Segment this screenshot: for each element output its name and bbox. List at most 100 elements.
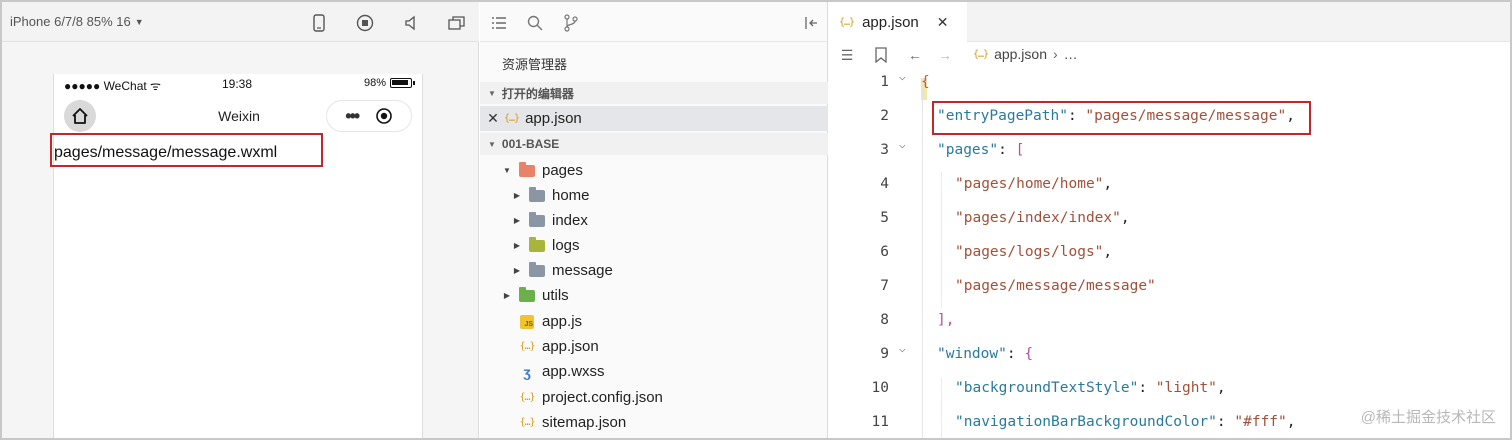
close-icon[interactable]: ✕ bbox=[482, 110, 504, 127]
code-line: 8 ], bbox=[829, 304, 1510, 338]
editor-tab-bar: {…} app.json ✕ bbox=[829, 2, 1510, 42]
code-line: 5 "pages/index/index", bbox=[829, 202, 1510, 236]
tree-item-app-json[interactable]: {…} app.json bbox=[480, 334, 828, 359]
code-text: "pages/message/message" bbox=[955, 278, 1156, 294]
tree-label: project.config.json bbox=[542, 389, 663, 406]
tree-label: index bbox=[552, 212, 588, 229]
open-file-label: app.json bbox=[525, 110, 582, 127]
detach-window-icon[interactable] bbox=[446, 12, 468, 34]
code-line: 6 "pages/logs/logs", bbox=[829, 236, 1510, 270]
fold-chevron-icon[interactable]: ⌵ bbox=[899, 138, 913, 151]
chevron-right-icon: › bbox=[1053, 46, 1058, 62]
search-icon[interactable] bbox=[524, 12, 546, 34]
json-file-icon: {…} bbox=[973, 48, 989, 60]
status-time: 19:38 bbox=[222, 77, 253, 91]
explorer-pane: 资源管理器 ▼ 打开的编辑器 ✕ {…} app.json ▼ 001-BASE… bbox=[480, 2, 828, 438]
bookmark-icon[interactable] bbox=[871, 45, 891, 65]
json-file-icon: {…} bbox=[839, 16, 855, 28]
expanded-arrow-icon: ▼ bbox=[503, 166, 511, 175]
tree-item-app-js[interactable]: JS app.js bbox=[480, 309, 828, 334]
folder-open-icon bbox=[518, 161, 536, 179]
code-line: 3 ⌵ "pages": [ bbox=[829, 134, 1510, 168]
tree-item-logs[interactable]: ▶ logs bbox=[480, 233, 828, 258]
tree-label: app.wxss bbox=[542, 363, 605, 380]
simulator-toolbar: iPhone 6/7/8 85% 16 ▼ bbox=[2, 2, 479, 42]
code-line: 1 ⌵ { bbox=[829, 66, 1510, 100]
code-text: "entryPagePath": "pages/message/message"… bbox=[937, 108, 1295, 124]
folder-icon bbox=[528, 211, 546, 229]
simulator-pane: iPhone 6/7/8 85% 16 ▼ ●●●●● WeChat ᯤ 19:… bbox=[2, 2, 479, 438]
collapsed-arrow-icon: ▶ bbox=[513, 216, 521, 225]
open-editors-label: 打开的编辑器 bbox=[501, 86, 574, 101]
phone-icon[interactable] bbox=[308, 12, 330, 34]
breadcrumb-path[interactable]: {…} app.json › … bbox=[973, 46, 1078, 62]
list-icon[interactable] bbox=[488, 12, 510, 34]
json-file-icon: {…} bbox=[519, 392, 535, 403]
explorer-toolbar bbox=[480, 2, 828, 42]
close-miniprogram-icon[interactable] bbox=[375, 107, 393, 125]
tree-label: message bbox=[552, 262, 613, 279]
utils-folder-icon bbox=[518, 286, 536, 304]
tree-item-project-config[interactable]: {…} project.config.json bbox=[480, 385, 828, 410]
tree-label: utils bbox=[542, 287, 569, 304]
json-file-icon: {…} bbox=[519, 417, 535, 428]
json-file-icon: {…} bbox=[519, 341, 535, 352]
device-selector[interactable]: iPhone 6/7/8 85% 16 ▼ bbox=[10, 14, 144, 29]
caret-down-icon: ▼ bbox=[134, 16, 144, 27]
breadcrumb: ☰ ← → {…} app.json › … bbox=[829, 42, 1510, 68]
collapsed-arrow-icon: ▶ bbox=[513, 191, 521, 200]
open-editors-header[interactable]: ▼ 打开的编辑器 bbox=[480, 82, 828, 104]
more-dots-icon[interactable]: ••• bbox=[345, 106, 360, 127]
close-tab-icon[interactable]: ✕ bbox=[937, 14, 949, 31]
expand-arrow-icon: ▼ bbox=[488, 88, 496, 98]
css-file-icon: ʒ bbox=[523, 363, 531, 380]
project-label: 001-BASE bbox=[501, 137, 560, 151]
tree-label: sitemap.json bbox=[542, 414, 627, 431]
js-file-icon: JS bbox=[518, 314, 536, 330]
code-text: "pages": [ bbox=[937, 142, 1025, 158]
collapsed-arrow-icon: ▶ bbox=[513, 241, 521, 250]
tree-item-sitemap[interactable]: {…} sitemap.json bbox=[480, 410, 828, 435]
tree-item-message[interactable]: ▶ message bbox=[480, 258, 828, 283]
breadcrumb-tail: … bbox=[1063, 46, 1078, 62]
line-number: 2 bbox=[880, 108, 889, 124]
tree-item-utils[interactable]: ▶ utils bbox=[480, 283, 828, 308]
devtools-window: iPhone 6/7/8 85% 16 ▼ ●●●●● WeChat ᯤ 19:… bbox=[0, 0, 1512, 440]
tab-app-json[interactable]: {…} app.json ✕ bbox=[829, 2, 967, 42]
fold-chevron-icon[interactable]: ⌵ bbox=[899, 70, 913, 83]
tree-item-app-wxss[interactable]: ʒ app.wxss bbox=[480, 359, 828, 384]
code-text: "window": { bbox=[937, 346, 1034, 362]
back-arrow-icon[interactable]: ← bbox=[905, 45, 925, 65]
tree-label: home bbox=[552, 187, 590, 204]
breadcrumb-file: app.json bbox=[994, 46, 1047, 62]
code-line: 10 "backgroundTextStyle": "light", bbox=[829, 372, 1510, 406]
open-editor-item[interactable]: ✕ {…} app.json bbox=[480, 106, 828, 131]
tree-label: app.js bbox=[542, 313, 583, 330]
code-text: { bbox=[921, 74, 930, 90]
tree-item-pages[interactable]: ▼ pages bbox=[480, 158, 828, 183]
code-line: 7 "pages/message/message" bbox=[829, 270, 1510, 304]
line-number: 9 bbox=[880, 346, 889, 362]
json-file-icon: {…} bbox=[504, 113, 520, 124]
folder-icon bbox=[528, 186, 546, 204]
tree-item-index[interactable]: ▶ index bbox=[480, 208, 828, 233]
code-text: "pages/index/index", bbox=[955, 210, 1130, 226]
line-number: 4 bbox=[880, 176, 889, 192]
battery-icon bbox=[390, 78, 415, 88]
outline-icon[interactable]: ☰ bbox=[837, 45, 857, 65]
code-line: 4 "pages/home/home", bbox=[829, 168, 1510, 202]
collapse-panel-icon[interactable] bbox=[800, 12, 822, 34]
menu-capsule[interactable]: ••• bbox=[326, 100, 412, 132]
volume-icon[interactable] bbox=[400, 12, 422, 34]
stop-icon[interactable] bbox=[354, 12, 376, 34]
expand-arrow-icon: ▼ bbox=[488, 139, 496, 149]
tree-item-home[interactable]: ▶ home bbox=[480, 183, 828, 208]
device-label: iPhone 6/7/8 85% 16 bbox=[10, 14, 131, 29]
fold-chevron-icon[interactable]: ⌵ bbox=[899, 342, 913, 355]
forward-arrow-icon[interactable]: → bbox=[935, 45, 955, 65]
code-text: "navigationBarBackgroundColor": "#fff", bbox=[955, 414, 1296, 430]
battery-level: 98% bbox=[363, 77, 386, 89]
project-header[interactable]: ▼ 001-BASE bbox=[480, 133, 828, 155]
explorer-title: 资源管理器 bbox=[502, 57, 568, 72]
source-control-icon[interactable] bbox=[560, 12, 582, 34]
